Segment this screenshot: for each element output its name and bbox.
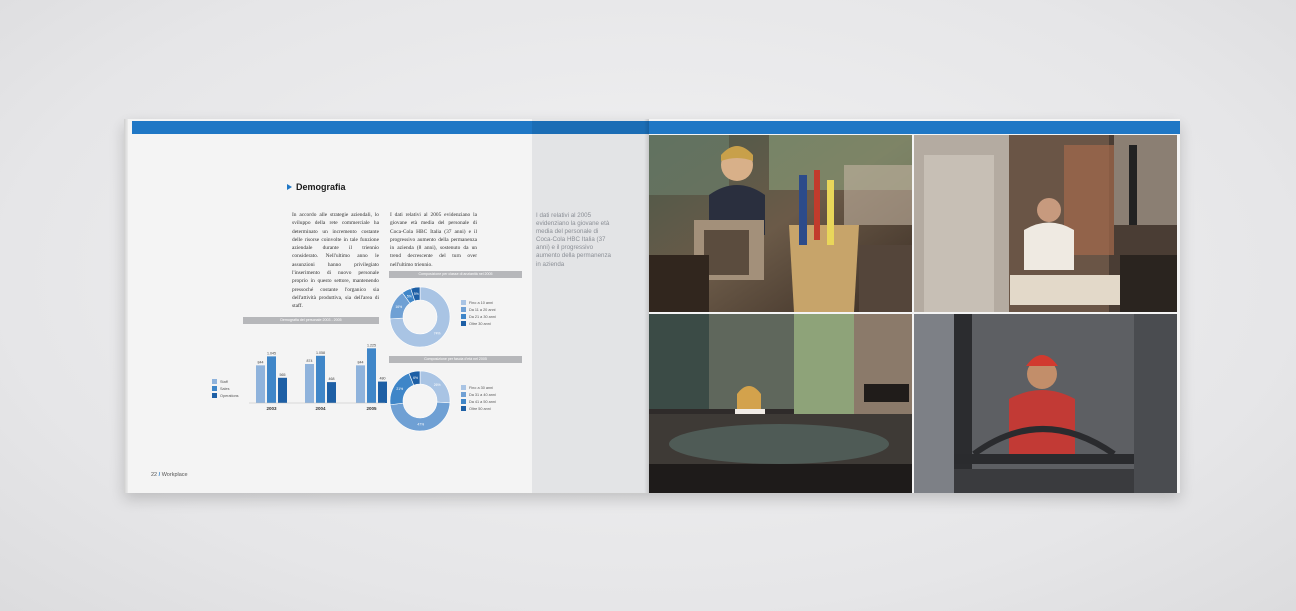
footer-slash: / [158, 472, 161, 478]
legend-label: Da 11 a 20 anni [469, 307, 496, 312]
legend-swatch [212, 379, 217, 384]
bar [267, 356, 276, 403]
photo-woman-at-desk [649, 135, 912, 312]
photo-man-writing [914, 135, 1177, 312]
bar [378, 381, 387, 403]
bar-value-label: 565 [280, 373, 286, 377]
brochure-spread: Demografia In accordo alle strategie azi… [124, 119, 1180, 493]
bar-value-label: 844 [358, 360, 364, 364]
bar [256, 365, 265, 403]
bar-value-label: 844 [258, 360, 264, 364]
pie-chart-1-legend: Fino a 10 anni Da 11 a 20 anni Da 21 a 3… [461, 299, 496, 327]
legend-item: Fino a 10 anni [461, 299, 496, 306]
bar [316, 355, 325, 403]
slice-value-label: 74% [434, 331, 441, 335]
photo-reception-desk-image [649, 314, 912, 493]
legend-item: Fino a 30 anni [461, 384, 496, 391]
header-band-sidebar [532, 121, 649, 134]
category-label: 2003 [266, 406, 277, 411]
bar-value-label: 874 [307, 359, 313, 363]
legend-item: Da 41 a 50 anni [461, 398, 496, 405]
left-page: Demografia In accordo alle strategie azi… [124, 119, 649, 493]
photo-man-writing-image [914, 135, 1177, 312]
legend-swatch [461, 399, 466, 404]
pie-chart-2: 26% 47% 21% 6% [389, 370, 451, 432]
header-band-right [649, 121, 1180, 134]
page-edge [124, 119, 128, 493]
bar [356, 365, 365, 403]
legend-item: Da 11 a 20 anni [461, 306, 496, 313]
bar-value-label: 468 [329, 377, 335, 381]
body-column-2: I dati relativi al 2005 evidenziano la g… [390, 212, 477, 268]
body-column-1: In accordo alle strategie aziendali, lo … [292, 212, 379, 310]
slice-value-label: 21% [396, 387, 403, 391]
legend-swatch [461, 385, 466, 390]
bar-value-label: 1.058 [316, 351, 325, 355]
pull-quote: I dati relativi al 2005 evidenziano la g… [536, 212, 611, 268]
bar-value-label: 1.045 [267, 351, 276, 355]
slice-value-label: 26% [434, 383, 441, 387]
bar-chart: 844 1.045 565 2003 8741.058 468 2004 844 1.225 48… [249, 343, 387, 411]
slice-value-label: 16% [395, 305, 402, 309]
section-heading: Demografia [287, 182, 346, 192]
page-footer: 22 / Workplace [151, 472, 188, 478]
bar [367, 348, 376, 403]
legend-item: Staff [212, 378, 239, 385]
slice-value-label: 6% [413, 376, 418, 380]
bar-chart-legend: Staff Sales Operations [212, 378, 239, 399]
legend-item: Sales [212, 385, 239, 392]
legend-label: Sales [220, 386, 230, 391]
legend-item: Oltre 30 anni [461, 320, 496, 327]
sidebar-panel [532, 119, 649, 493]
legend-label: Operations [220, 393, 239, 398]
right-page [649, 119, 1180, 493]
legend-item: Oltre 50 anni [461, 405, 496, 412]
legend-label: Oltre 30 anni [469, 321, 491, 326]
bar [327, 382, 336, 403]
pie-chart-2-title: Composizione per fascia d'età nel 2005 [389, 356, 522, 363]
legend-item: Da 31 a 40 anni [461, 391, 496, 398]
photo-forklift-operator-image [914, 314, 1177, 493]
photo-forklift-operator [914, 314, 1177, 493]
legend-label: Da 31 a 40 anni [469, 392, 496, 397]
slice-value-label: 5% [414, 292, 419, 296]
legend-swatch [461, 406, 466, 411]
heading-text: Demografia [296, 182, 346, 192]
pie-chart-2-legend: Fino a 30 anni Da 31 a 40 anni Da 41 a 5… [461, 384, 496, 412]
legend-label: Da 21 a 30 anni [469, 314, 496, 319]
page-number: 22 [151, 472, 158, 478]
section-name: Workplace [161, 472, 188, 478]
legend-label: Fino a 30 anni [469, 385, 494, 390]
pie-chart-1: 74% 16% 5%5% [389, 286, 451, 348]
triangle-bullet-icon [287, 184, 292, 190]
legend-swatch [212, 386, 217, 391]
bar-value-label: 480 [380, 377, 386, 381]
legend-swatch [461, 321, 466, 326]
bar [305, 364, 314, 403]
legend-item: Operations [212, 392, 239, 399]
legend-swatch [461, 307, 466, 312]
legend-label: Fino a 10 anni [469, 300, 494, 305]
slice-value-label: 5% [407, 294, 412, 298]
legend-label: Da 41 a 50 anni [469, 399, 496, 404]
legend-label: Staff [220, 379, 228, 384]
photo-grid [649, 135, 1180, 493]
photo-reception-desk [649, 314, 912, 493]
bar-chart-title: Demografia del personale 2003 - 2005 [243, 317, 379, 324]
bar-value-label: 1.225 [367, 343, 376, 347]
legend-swatch [212, 393, 217, 398]
legend-label: Oltre 50 anni [469, 406, 491, 411]
legend-item: Da 21 a 30 anni [461, 313, 496, 320]
legend-swatch [461, 392, 466, 397]
bar [278, 377, 287, 403]
legend-swatch [461, 300, 466, 305]
category-label: 2004 [315, 406, 326, 411]
photo-woman-at-desk-image [649, 135, 912, 312]
pie-chart-1-title: Composizione per classe di anzianità nel… [389, 271, 522, 278]
category-label: 2005 [366, 406, 377, 411]
legend-swatch [461, 314, 466, 319]
slice-value-label: 47% [417, 423, 424, 427]
